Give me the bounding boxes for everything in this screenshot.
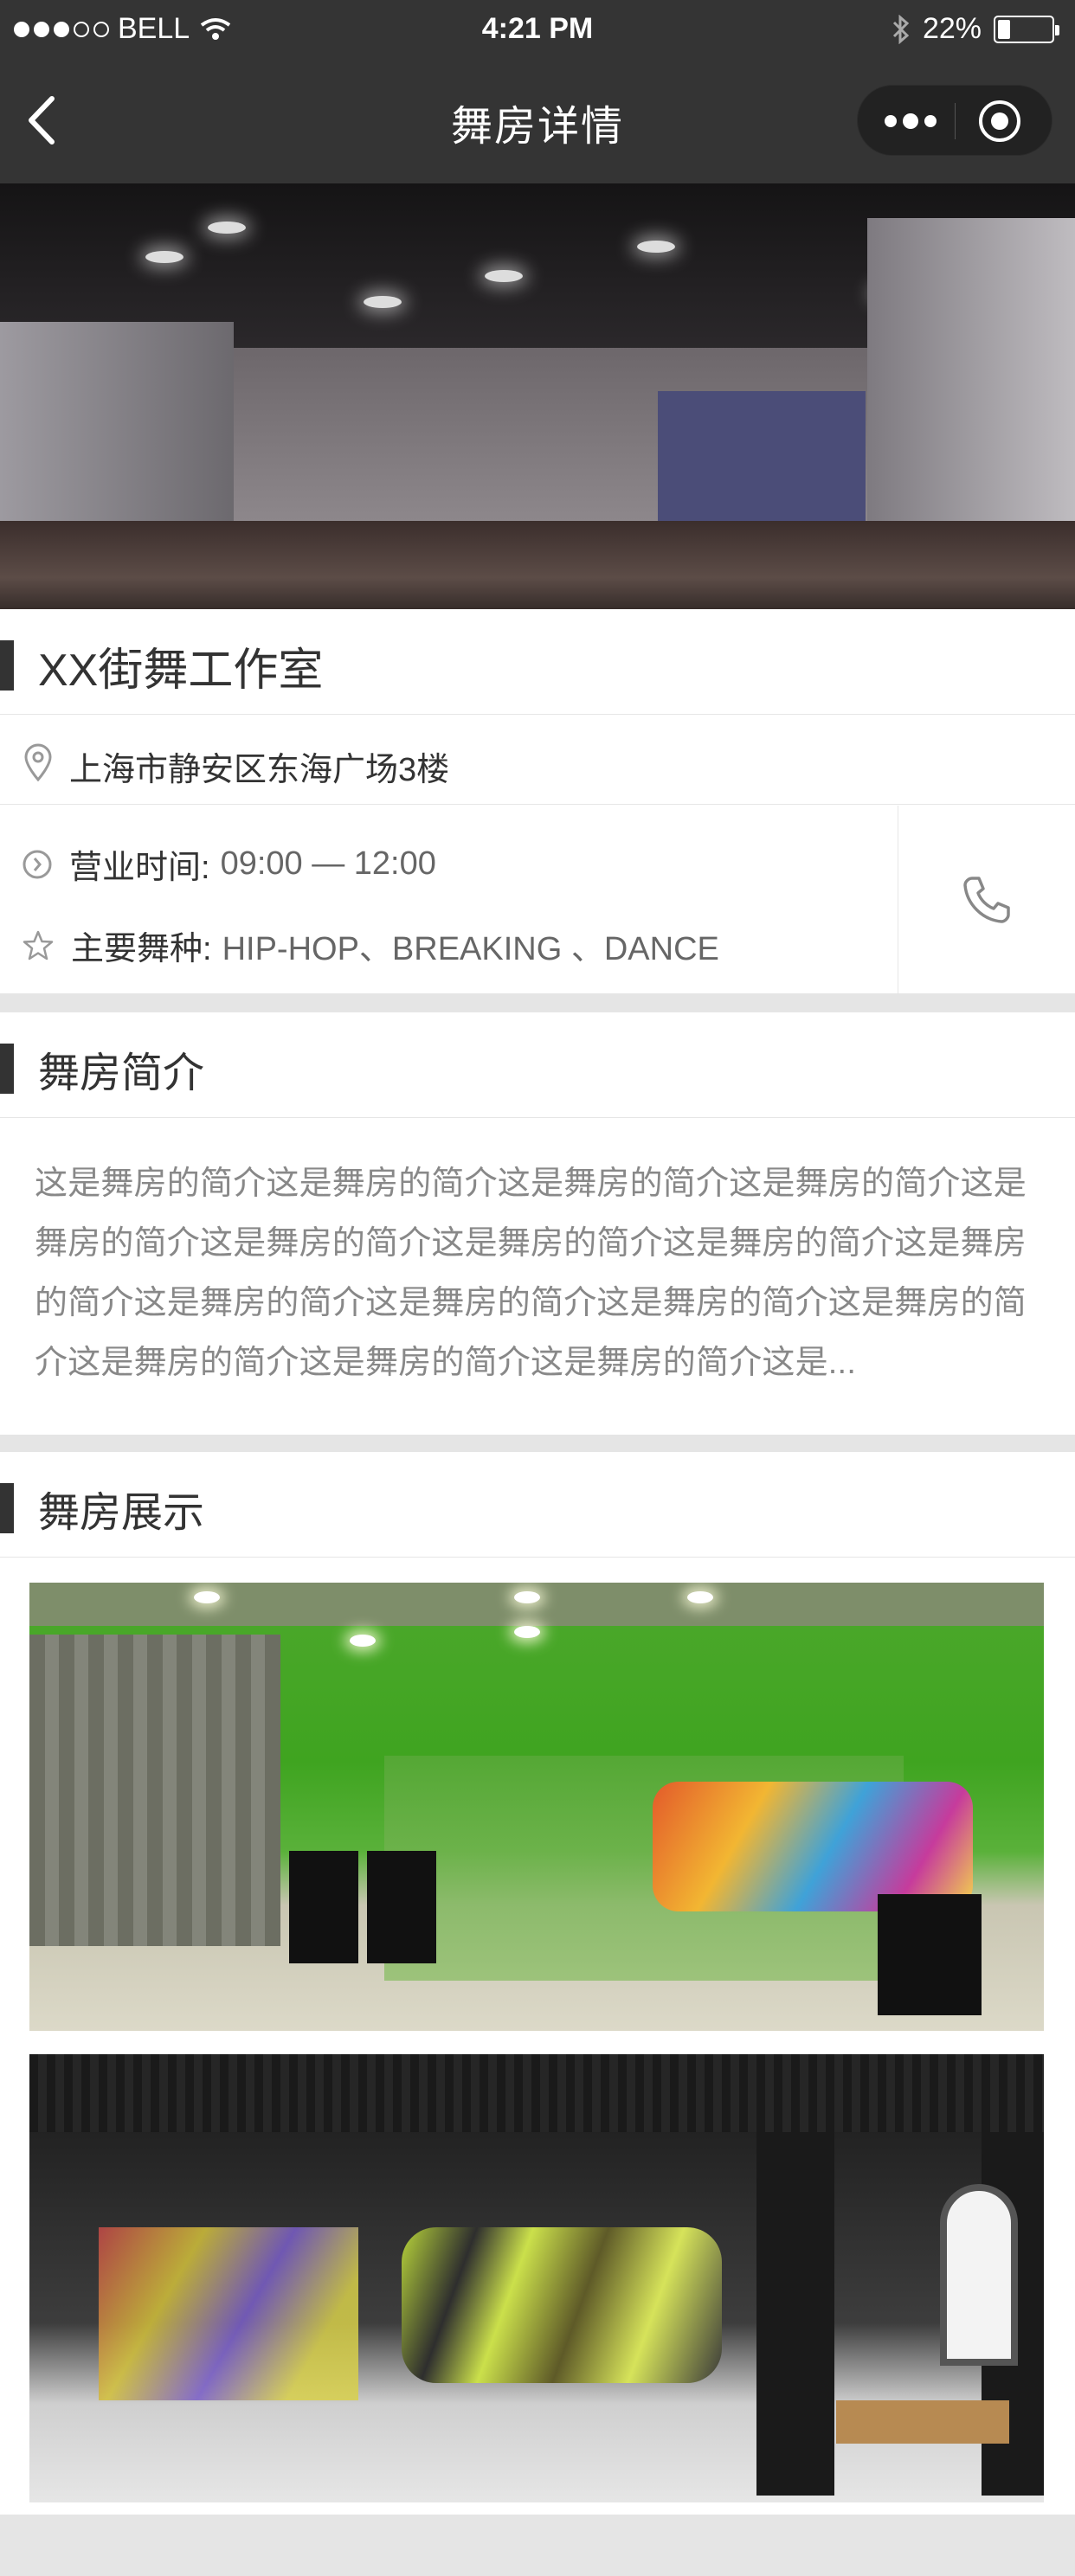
intro-text: 这是舞房的简介这是舞房的简介这是舞房的简介这是舞房的简介这是舞房的简介这是舞房的… xyxy=(35,1166,1027,1381)
page-bottom xyxy=(0,2515,1075,2576)
gallery-image-1[interactable] xyxy=(29,1583,1044,2031)
status-right: 22% xyxy=(892,12,1059,46)
intro-title: 舞房简介 xyxy=(38,1050,205,1096)
capsule-divider xyxy=(955,103,956,139)
address-row[interactable]: 上海市静安区东海广场3楼 xyxy=(0,715,1075,805)
studio-details-row: 营业时间: 09:00 — 12:00 主要舞种: HIP-HOP、BREAKI… xyxy=(0,806,1075,993)
more-dots-icon[interactable] xyxy=(880,106,941,136)
dance-types-line: 主要舞种: HIP-HOP、BREAKING 、DANCE xyxy=(21,922,719,969)
status-bar: BELL 4:21 PM 22% xyxy=(0,0,1075,59)
target-icon[interactable] xyxy=(979,100,1020,142)
accent-bar xyxy=(0,1483,14,1533)
battery-percent: 22% xyxy=(922,12,982,45)
bluetooth-icon xyxy=(892,14,910,44)
dance-types-label: 主要舞种: xyxy=(71,931,212,967)
battery-icon xyxy=(994,15,1059,43)
address-text: 上海市静安区东海广场3楼 xyxy=(69,752,450,788)
call-button[interactable] xyxy=(898,806,1075,993)
studio-name-row: XX街舞工作室 xyxy=(0,609,1075,715)
gallery-title-row: 舞房展示 xyxy=(0,1452,1075,1558)
hours-line: 营业时间: 09:00 — 12:00 xyxy=(21,840,436,888)
hours-label: 营业时间: xyxy=(69,850,210,886)
gallery-image-2[interactable] xyxy=(29,2054,1044,2502)
hours-value: 09:00 — 12:00 xyxy=(220,845,436,882)
accent-bar xyxy=(0,640,14,691)
phone-icon xyxy=(963,876,1010,923)
star-icon xyxy=(23,930,54,960)
studio-name: XX街舞工作室 xyxy=(38,646,324,696)
gallery-title: 舞房展示 xyxy=(38,1490,205,1536)
mini-program-capsule xyxy=(857,85,1052,156)
studio-hero-image xyxy=(0,183,1075,609)
dance-types-value: HIP-HOP、BREAKING 、DANCE xyxy=(222,931,719,967)
location-pin-icon xyxy=(24,743,52,782)
accent-bar xyxy=(0,1044,14,1094)
nav-bar: 舞房详情 xyxy=(0,59,1075,183)
intro-title-row: 舞房简介 xyxy=(0,1012,1075,1118)
clock-icon xyxy=(23,850,52,878)
